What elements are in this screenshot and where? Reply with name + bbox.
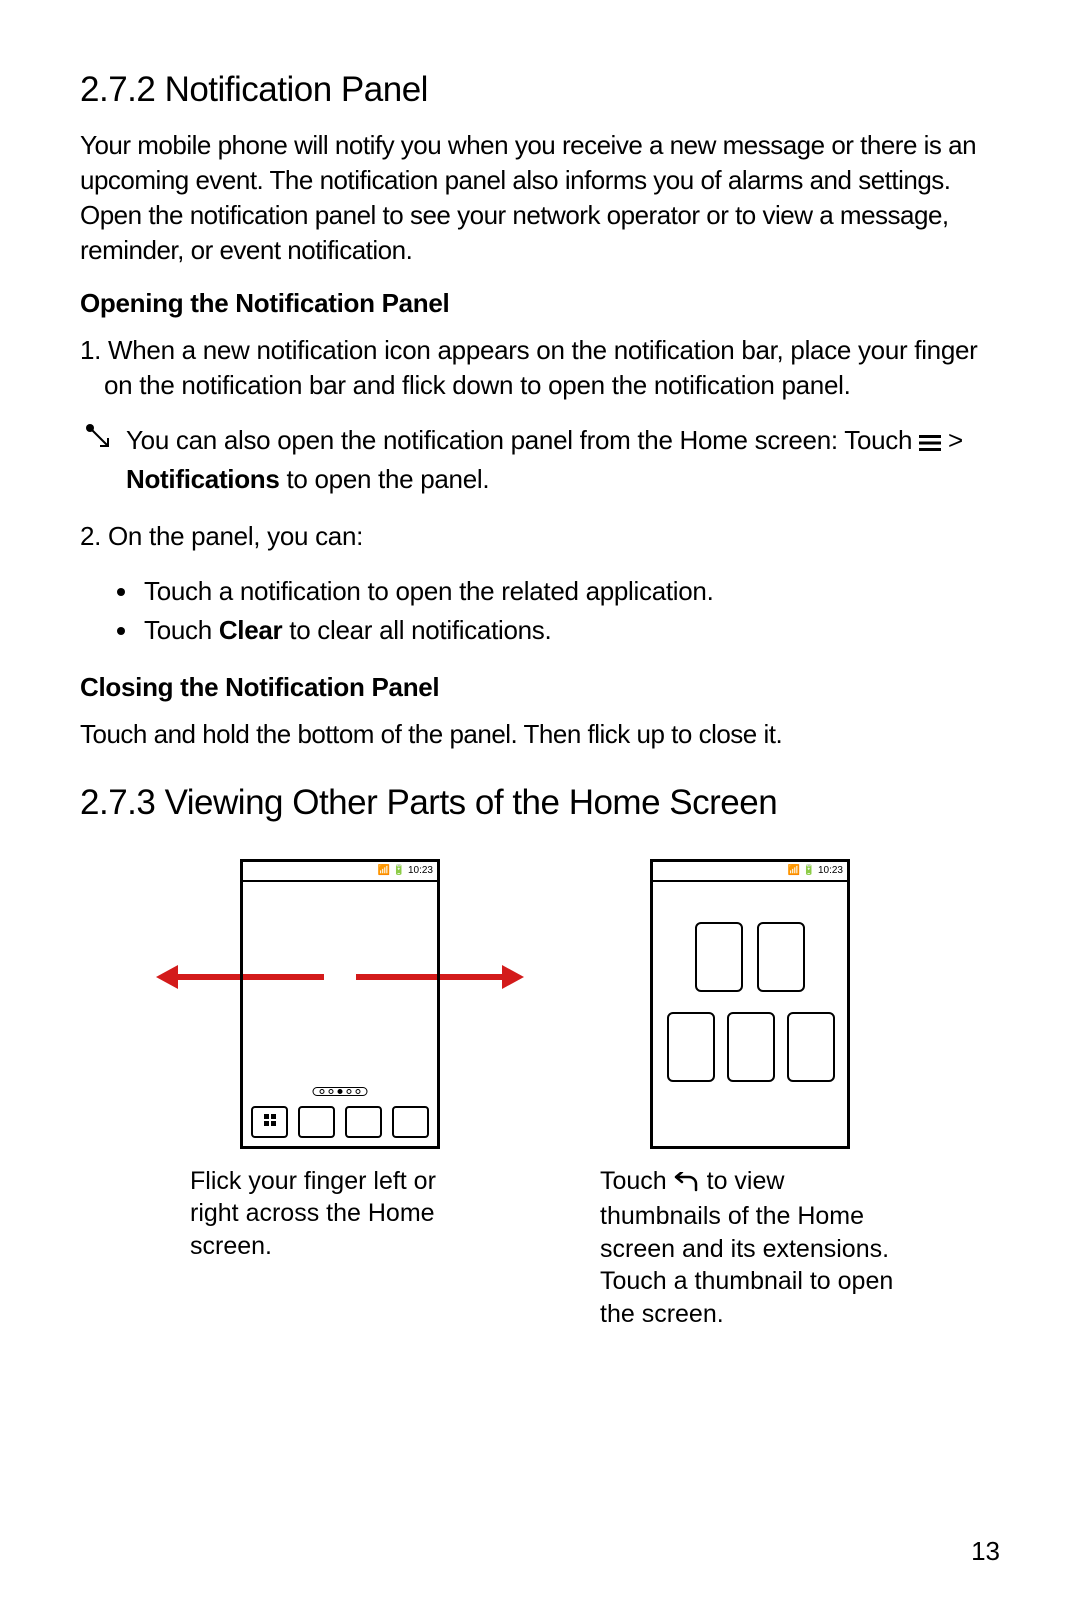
figures-row: 📶 🔋 10:23 Flick your finger left or righ… [190, 859, 1000, 1331]
intro-paragraph: Your mobile phone will notify you when y… [80, 128, 1000, 268]
tip-notifications-label: Notifications [126, 464, 280, 494]
status-time-2: 10:23 [818, 865, 843, 876]
tip-block: You can also open the notification panel… [80, 422, 1000, 498]
illustration-statusbar: 📶 🔋 10:23 [243, 862, 437, 882]
menu-icon [919, 425, 941, 461]
illustration-navbar [251, 1106, 429, 1138]
back-icon [674, 1168, 700, 1201]
panel-actions-list: Touch a notification to open the related… [80, 572, 1000, 650]
closing-text: Touch and hold the bottom of the panel. … [80, 717, 1000, 752]
bullet-open-app: Touch a notification to open the related… [140, 572, 1000, 611]
status-time-1: 10:23 [408, 865, 433, 876]
tip-pointer-icon [80, 422, 116, 463]
figure-thumbnails-caption: Touch to view thumbnails of the Home scr… [600, 1165, 900, 1331]
page-number: 13 [971, 1536, 1000, 1567]
heading-2-7-3: 2.7.3 Viewing Other Parts of the Home Sc… [80, 783, 1000, 823]
opening-subhead: Opening the Notification Panel [80, 288, 1000, 319]
thumbnail-icon [695, 922, 743, 992]
thumbnail-icon [727, 1012, 775, 1082]
step-1: 1. When a new notification icon appears … [80, 333, 1000, 403]
apps-grid-icon [251, 1106, 288, 1138]
thumbnail-icon [787, 1012, 835, 1082]
figure-flick-caption: Flick your finger left or right across t… [190, 1165, 490, 1263]
phone-illustration-2: 📶 🔋 10:23 [650, 859, 850, 1149]
manual-page: 2.7.2 Notification Panel Your mobile pho… [0, 0, 1080, 1617]
thumbnail-icon [667, 1012, 715, 1082]
fig2-caption-before: Touch [600, 1167, 674, 1195]
figure-flick: 📶 🔋 10:23 Flick your finger left or righ… [190, 859, 490, 1331]
bullet-clear-bold: Clear [219, 615, 283, 645]
figure-thumbnails: 📶 🔋 10:23 Touch to view thumbnails of th… [600, 859, 900, 1331]
tip-text: You can also open the notification panel… [126, 422, 963, 498]
illustration-statusbar: 📶 🔋 10:23 [653, 862, 847, 882]
bullet-clear-after: to clear all notifications. [282, 615, 551, 645]
tip-line2-rest: to open the panel. [280, 464, 490, 494]
thumbnail-icon [757, 922, 805, 992]
step-2: 2. On the panel, you can: [80, 519, 1000, 554]
nav-slot-icon [298, 1106, 335, 1138]
nav-slot-icon [345, 1106, 382, 1138]
closing-subhead: Closing the Notification Panel [80, 672, 1000, 703]
tip-text-before: You can also open the notification panel… [126, 425, 919, 455]
heading-2-7-2: 2.7.2 Notification Panel [80, 70, 1000, 110]
bullet-clear-before: Touch [144, 615, 219, 645]
page-indicator-icon [313, 1087, 368, 1096]
tip-text-after: > [948, 425, 963, 455]
phone-illustration-1: 📶 🔋 10:23 [240, 859, 440, 1149]
nav-slot-icon [392, 1106, 429, 1138]
bullet-clear: Touch Clear to clear all notifications. [140, 611, 1000, 650]
